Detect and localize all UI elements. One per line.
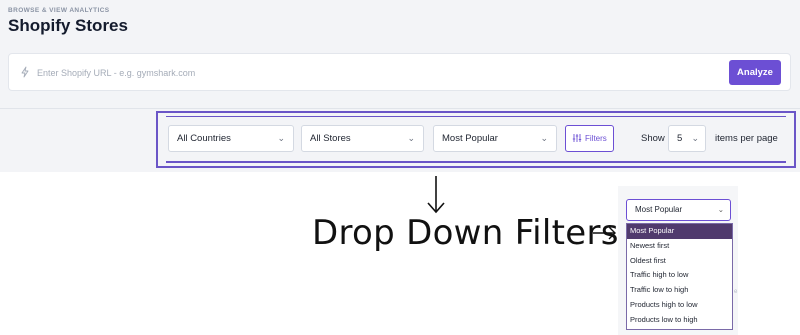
sort-select[interactable]: Most Popular ⌄: [433, 125, 557, 152]
sort-option[interactable]: Traffic high to low: [627, 268, 732, 283]
section-eyebrow: BROWSE & VIEW ANALYTICS: [8, 7, 110, 14]
country-select[interactable]: All Countries ⌄: [168, 125, 294, 152]
country-select-value: All Countries: [177, 133, 231, 144]
sort-select-value: Most Popular: [442, 133, 498, 144]
annotation-label: Drop Down Filters: [312, 213, 619, 253]
sort-option[interactable]: Products high to low: [627, 298, 732, 313]
show-label: Show: [641, 133, 665, 144]
highlight-rule: [166, 116, 786, 117]
per-page-label: items per page: [715, 133, 778, 144]
sort-dropdown-value: Most Popular: [635, 205, 683, 214]
page-title: Shopify Stores: [8, 16, 128, 35]
shopify-url-input[interactable]: [37, 63, 677, 83]
sort-dropdown-open[interactable]: Most Popular ⌄: [626, 199, 731, 221]
chevron-down-icon: ⌄: [277, 133, 285, 143]
filter-bar-highlight: All Countries ⌄ All Stores ⌄ Most Popula…: [156, 111, 796, 168]
chevron-down-icon: ⌄: [717, 205, 724, 214]
filters-button-label: Filters: [585, 134, 607, 143]
bolt-icon: [21, 66, 29, 78]
sort-options-list: Most Popular Newest first Oldest first T…: [626, 223, 733, 330]
sort-option[interactable]: Newest first: [627, 239, 732, 254]
sort-option[interactable]: Oldest first: [627, 254, 732, 269]
chevron-down-icon: ⌄: [540, 133, 548, 143]
sort-option[interactable]: Most Popular: [627, 224, 732, 239]
page-size-value: 5: [677, 133, 683, 144]
divider: [0, 108, 800, 109]
decorative-mark: e: [734, 289, 738, 295]
filters-button[interactable]: Filters: [565, 125, 614, 152]
page-header-area: BROWSE & VIEW ANALYTICS Shopify Stores A…: [0, 0, 800, 172]
arrow-right-icon: [593, 226, 616, 240]
chevron-down-icon: ⌄: [407, 133, 415, 143]
sliders-icon: [572, 134, 582, 142]
sort-option[interactable]: Products low to high: [627, 313, 732, 328]
page-size-select[interactable]: 5 ⌄: [668, 125, 706, 152]
highlight-rule: [166, 161, 786, 163]
chevron-down-icon: ⌄: [691, 133, 699, 143]
sort-option[interactable]: Traffic low to high: [627, 283, 732, 298]
search-card: Analyze: [8, 53, 791, 91]
store-select-value: All Stores: [310, 133, 351, 144]
arrow-down-icon: [427, 176, 445, 214]
analyze-button[interactable]: Analyze: [729, 60, 781, 85]
store-select[interactable]: All Stores ⌄: [301, 125, 424, 152]
